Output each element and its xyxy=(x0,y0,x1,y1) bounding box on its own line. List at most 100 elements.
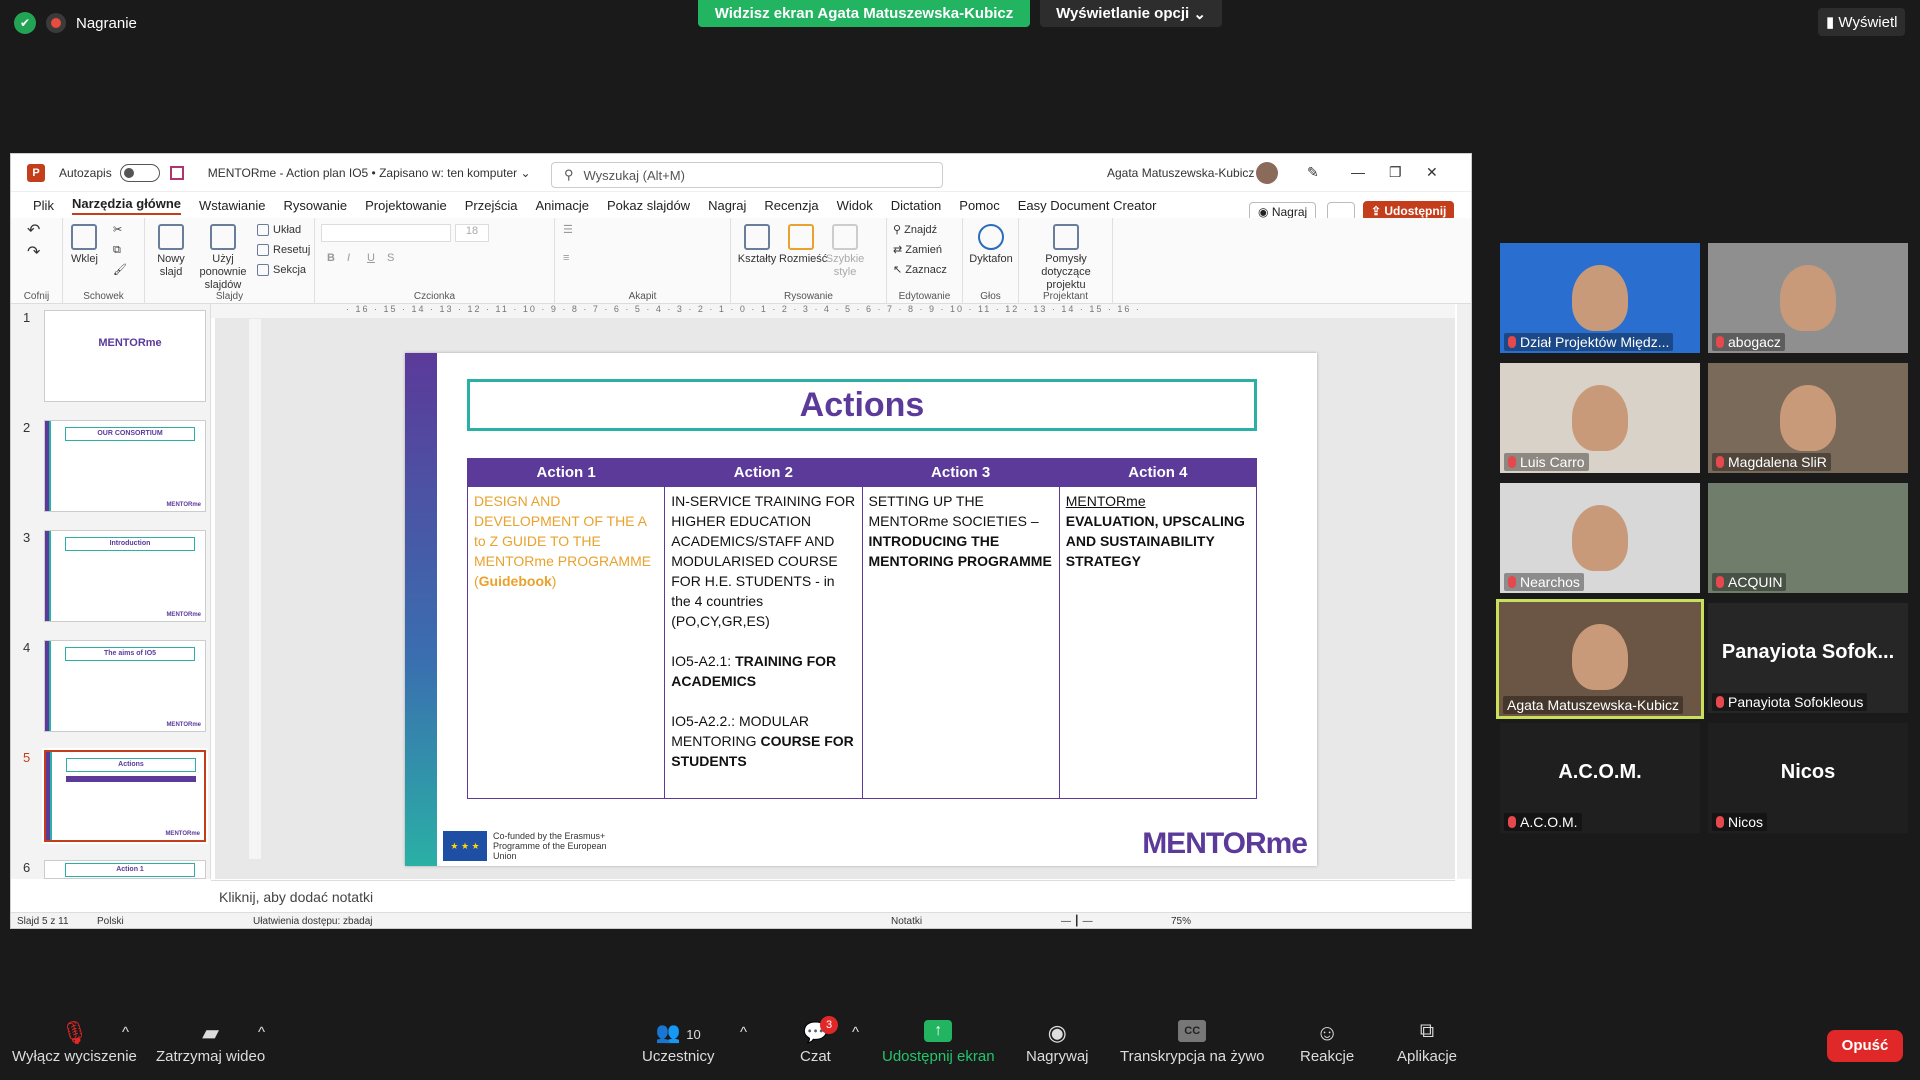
dictate-button[interactable]: Dyktafon xyxy=(969,224,1013,266)
table-cell-action3[interactable]: SETTING UP THE MENTORme SOCIETIES – INTR… xyxy=(861,486,1060,799)
apps-button[interactable]: ⧉ Aplikacje xyxy=(1397,1020,1457,1065)
slide-title[interactable]: Actions xyxy=(467,379,1257,431)
live-transcript-button[interactable]: CC Transkrypcja na żywo xyxy=(1120,1020,1265,1065)
format-painter-icon[interactable]: 🖌 xyxy=(113,264,127,277)
slide-thumbnail-3[interactable]: Introduction MENTORme xyxy=(44,530,206,622)
tab-insert[interactable]: Wstawianie xyxy=(199,198,265,213)
tab-draw[interactable]: Rysowanie xyxy=(284,198,348,213)
table-header[interactable]: Action 3 xyxy=(861,458,1060,487)
vertical-scrollbar[interactable] xyxy=(1457,304,1471,879)
table-header[interactable]: Action 4 xyxy=(1058,458,1258,487)
new-slide-button[interactable]: Nowy slajd xyxy=(151,224,191,279)
italic-icon[interactable]: I xyxy=(347,252,350,265)
bullets-icon[interactable]: ☰ xyxy=(563,224,573,237)
copy-icon[interactable]: ⧉ xyxy=(113,244,121,257)
tab-animations[interactable]: Animacje xyxy=(536,198,589,213)
notes-pane[interactable]: Kliknij, aby dodać notatki xyxy=(211,880,1455,912)
minimize-icon[interactable]: — xyxy=(1351,164,1365,180)
tab-record[interactable]: Nagraj xyxy=(708,198,746,213)
tab-view[interactable]: Widok xyxy=(837,198,873,213)
table-header[interactable]: Action 1 xyxy=(466,458,666,487)
video-tile[interactable]: Nicos Nicos xyxy=(1708,723,1908,833)
select-button[interactable]: ↖ Zaznacz xyxy=(893,264,947,277)
section-button[interactable]: Sekcja xyxy=(257,264,306,277)
video-tile[interactable]: Magdalena SliR xyxy=(1708,363,1908,473)
zoom-level[interactable]: 75% xyxy=(1171,916,1191,927)
chat-chevron[interactable]: ^ xyxy=(852,1024,859,1041)
tab-design[interactable]: Projektowanie xyxy=(365,198,447,213)
video-tile-active-speaker[interactable]: Agata Matuszewska-Kubicz xyxy=(1496,599,1704,719)
video-tile[interactable]: ACQUIN xyxy=(1708,483,1908,593)
pen-icon[interactable]: ✎ xyxy=(1307,164,1319,181)
video-options-chevron[interactable]: ^ xyxy=(258,1024,265,1041)
bold-icon[interactable]: B xyxy=(327,252,335,265)
table-cell-action1[interactable]: DESIGN AND DEVELOPMENT OF THE A to Z GUI… xyxy=(466,486,666,799)
font-size-select[interactable]: 18 xyxy=(455,224,489,242)
replace-button[interactable]: ⇄ Zamień xyxy=(893,244,942,257)
design-ideas-button[interactable]: Pomysły dotyczące projektu xyxy=(1023,224,1109,292)
video-tile[interactable]: abogacz xyxy=(1708,243,1908,353)
language-label[interactable]: Polski xyxy=(97,916,124,927)
avatar[interactable] xyxy=(1256,162,1278,184)
reuse-slides-button[interactable]: Użyj ponownie slajdów xyxy=(193,224,253,292)
search-input[interactable]: ⚲ Wyszukaj (Alt+M) xyxy=(551,162,943,188)
record-zoom-button[interactable]: ◉ Nagrywaj xyxy=(1026,1020,1089,1065)
find-button[interactable]: ⚲ Znajdź xyxy=(893,224,937,237)
notes-button[interactable]: Notatki xyxy=(891,916,922,927)
reset-button[interactable]: Resetuj xyxy=(257,244,310,257)
redo-icon[interactable]: ↷ xyxy=(27,245,40,261)
leave-button[interactable]: Opuść xyxy=(1827,1030,1903,1062)
slide-thumbnail-6[interactable]: Action 1 xyxy=(44,860,206,879)
quick-styles-button[interactable]: Szybkie style xyxy=(825,224,865,279)
tab-plik[interactable]: Plik xyxy=(33,198,54,213)
table-cell-action4[interactable]: MENTORme EVALUATION, UPSCALING AND SUSTAI… xyxy=(1058,486,1258,799)
recording-indicator[interactable]: ✔ Nagranie xyxy=(14,12,137,34)
document-title[interactable]: MENTORme - Action plan IO5 • Zapisano w:… xyxy=(208,166,517,180)
participants-chevron[interactable]: ^ xyxy=(740,1024,747,1041)
video-tile[interactable]: Nearchos xyxy=(1500,483,1700,593)
restore-icon[interactable]: ❐ xyxy=(1389,164,1402,181)
tab-home[interactable]: Narzędzia główne xyxy=(71,196,182,215)
table-cell-action2[interactable]: IN-SERVICE TRAINING FOR HIGHER EDUCATION… xyxy=(664,486,863,799)
tab-dictation[interactable]: Dictation xyxy=(891,198,942,213)
tab-slideshow[interactable]: Pokaz slajdów xyxy=(607,198,690,213)
layout-button[interactable]: Układ xyxy=(257,224,301,237)
align-left-icon[interactable]: ≡ xyxy=(563,252,569,265)
shield-icon[interactable]: ✔ xyxy=(14,12,36,34)
stop-video-button[interactable]: ▰ Zatrzymaj wideo xyxy=(156,1020,265,1065)
unmute-button[interactable]: 🎙 Wyłącz wyciszenie xyxy=(12,1020,137,1065)
paste-button[interactable]: Wklej xyxy=(71,224,98,266)
zoom-slider[interactable]: — ┃ — xyxy=(1061,916,1093,927)
save-icon[interactable] xyxy=(169,165,184,180)
slide-thumbnail-2[interactable]: OUR CONSORTIUM MENTORme xyxy=(44,420,206,512)
audio-options-chevron[interactable]: ^ xyxy=(122,1024,129,1041)
table-header[interactable]: Action 2 xyxy=(664,458,863,487)
close-icon[interactable]: ✕ xyxy=(1426,164,1438,181)
cut-icon[interactable]: ✂ xyxy=(113,224,122,237)
slide-thumbnail-5[interactable]: Actions MENTORme xyxy=(42,748,208,844)
slide[interactable]: Actions Action 1 Action 2 Action 3 Actio… xyxy=(405,353,1317,866)
accessibility-button[interactable]: Ułatwienia dostępu: zbadaj xyxy=(253,916,373,927)
strikethrough-icon[interactable]: S xyxy=(387,252,394,265)
undo-icon[interactable]: ↶ xyxy=(27,223,40,239)
autosave-toggle[interactable] xyxy=(119,163,160,182)
reactions-button[interactable]: ☺ Reakcje xyxy=(1300,1020,1354,1065)
arrange-button[interactable]: Rozmieść xyxy=(779,224,827,266)
slide-thumbnail-4[interactable]: The aims of IO5 MENTORme xyxy=(44,640,206,732)
tab-easy-doc[interactable]: Easy Document Creator xyxy=(1018,198,1157,213)
view-button[interactable]: ▮ Wyświetl xyxy=(1818,8,1906,36)
font-family-select[interactable] xyxy=(321,224,451,242)
view-options-button[interactable]: Wyświetlanie opcji ⌄ xyxy=(1040,0,1222,27)
tab-help[interactable]: Pomoc xyxy=(959,198,999,213)
tab-transitions[interactable]: Przejścia xyxy=(465,198,518,213)
underline-icon[interactable]: U xyxy=(367,252,375,265)
participants-button[interactable]: 👥 10 Uczestnicy xyxy=(642,1020,715,1065)
shapes-button[interactable]: Kształty xyxy=(737,224,777,266)
video-tile[interactable]: Luis Carro xyxy=(1500,363,1700,473)
video-tile[interactable]: Dział Projektów Międz... xyxy=(1500,243,1700,353)
slide-thumbnail-1[interactable]: MENTORme xyxy=(44,310,206,402)
video-tile[interactable]: Panayiota Sofok... Panayiota Sofokleous xyxy=(1708,603,1908,713)
actions-table[interactable]: Action 1 Action 2 Action 3 Action 4 DESI… xyxy=(466,458,1258,799)
video-tile[interactable]: A.C.O.M. A.C.O.M. xyxy=(1500,723,1700,833)
tab-review[interactable]: Recenzja xyxy=(764,198,818,213)
